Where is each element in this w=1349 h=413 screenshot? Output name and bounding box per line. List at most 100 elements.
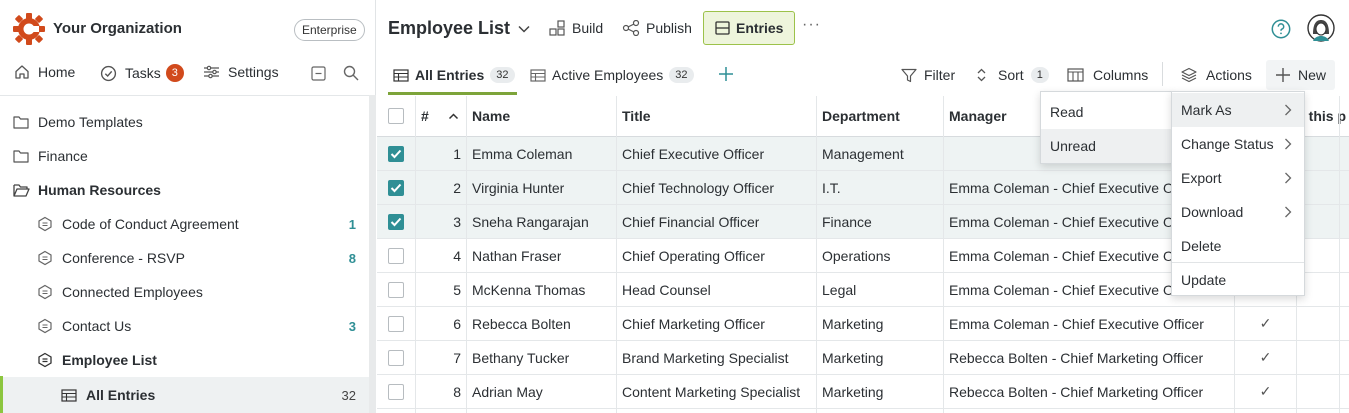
filter-icon bbox=[901, 68, 917, 82]
new-entry-button[interactable]: New bbox=[1266, 60, 1336, 90]
column-header-title[interactable]: Title bbox=[622, 96, 651, 136]
cell-title: Head Counsel bbox=[622, 281, 711, 298]
row-number: 2 bbox=[453, 179, 461, 196]
tree-item-label: Conference - RSVP bbox=[62, 250, 185, 266]
cell-title: Chief Marketing Officer bbox=[622, 315, 765, 332]
row-checkbox[interactable] bbox=[388, 375, 404, 408]
row-checkbox[interactable] bbox=[388, 205, 404, 238]
nav-tasks[interactable]: Tasks 3 bbox=[100, 64, 184, 82]
avatar[interactable] bbox=[1307, 14, 1335, 42]
chevron-right-icon bbox=[1285, 206, 1292, 218]
menu-item-export[interactable]: Export bbox=[1172, 161, 1304, 195]
cell-title: Content Marketing Specialist bbox=[622, 383, 801, 400]
form-icon bbox=[38, 216, 52, 232]
menu-item-read[interactable]: Read bbox=[1041, 95, 1173, 129]
cell-check: ✓ bbox=[1259, 383, 1272, 399]
table-row[interactable]: 8 Adrian May Content Marketing Specialist M… bbox=[377, 375, 1349, 409]
filter-button[interactable]: Filter bbox=[901, 67, 955, 83]
column-header-manager[interactable]: Manager bbox=[949, 96, 1007, 136]
row-checkbox[interactable] bbox=[388, 239, 404, 272]
actions-label: Actions bbox=[1206, 67, 1252, 83]
tree-item-finance[interactable]: Finance bbox=[0, 139, 369, 173]
tree-item-label: Code of Conduct Agreement bbox=[62, 216, 239, 232]
sort-button[interactable]: Sort 1 bbox=[976, 67, 1049, 83]
nav-settings[interactable]: Settings bbox=[203, 64, 279, 80]
cell-department: Management bbox=[822, 145, 904, 162]
row-checkbox[interactable] bbox=[388, 307, 404, 340]
menu-item-download[interactable]: Download bbox=[1172, 195, 1304, 229]
build-button[interactable]: Build bbox=[549, 20, 603, 36]
share-icon bbox=[622, 20, 640, 36]
tree-item-employee-list[interactable]: Employee List bbox=[0, 343, 369, 377]
entries-button[interactable]: Entries bbox=[703, 11, 796, 45]
column-header-department[interactable]: Department bbox=[822, 96, 900, 136]
table-icon bbox=[393, 68, 409, 82]
tab-all-entries[interactable]: All Entries 32 bbox=[393, 67, 515, 83]
publish-label: Publish bbox=[646, 20, 692, 36]
row-checkbox[interactable] bbox=[388, 137, 404, 170]
cell-manager: Rebecca Bolten - Chief Marketing Officer bbox=[949, 383, 1204, 400]
menu-item-label: Download bbox=[1181, 204, 1244, 220]
tree-item-demo-templates[interactable]: Demo Templates bbox=[0, 105, 369, 139]
collapse-icon[interactable] bbox=[311, 66, 326, 81]
menu-item-unread[interactable]: Unread bbox=[1041, 129, 1173, 163]
tree-item-code-of-conduct[interactable]: Code of Conduct Agreement 1 bbox=[0, 207, 369, 241]
column-divider bbox=[1339, 96, 1340, 413]
tree-item-label: All Entries bbox=[86, 387, 156, 403]
menu-item-label: Export bbox=[1181, 170, 1222, 186]
more-options-icon[interactable]: ··· bbox=[802, 16, 821, 34]
row-checkbox[interactable] bbox=[388, 273, 404, 306]
tree-item-label: Employee List bbox=[62, 352, 157, 368]
menu-item-mark-as[interactable]: Mark As bbox=[1172, 93, 1304, 127]
tree-item-contact-us[interactable]: Contact Us 3 bbox=[0, 309, 369, 343]
tree-item-all-entries[interactable]: All Entries 32 bbox=[0, 377, 369, 413]
table-icon bbox=[530, 68, 546, 82]
tree-item-human-resources[interactable]: Human Resources bbox=[0, 173, 369, 207]
columns-button[interactable]: Columns bbox=[1067, 67, 1148, 83]
publish-button[interactable]: Publish bbox=[622, 20, 692, 36]
cell-title: Brand Marketing Specialist bbox=[622, 349, 789, 366]
mark-as-submenu: Read Unread bbox=[1040, 91, 1174, 164]
tree-item-conference-rsvp[interactable]: Conference - RSVP 8 bbox=[0, 241, 369, 275]
row-checkbox[interactable] bbox=[388, 341, 404, 374]
folder-icon bbox=[13, 116, 29, 129]
column-header-num[interactable]: # bbox=[421, 96, 429, 136]
cell-department: I.T. bbox=[822, 179, 841, 196]
row-number: 8 bbox=[453, 383, 461, 400]
form-icon bbox=[38, 318, 52, 334]
table-row[interactable]: 6 Rebecca Bolten Chief Marketing Officer Ma… bbox=[377, 307, 1349, 341]
select-all-checkbox[interactable] bbox=[388, 96, 404, 136]
form-title-dropdown[interactable]: Employee List bbox=[388, 18, 530, 39]
tab-active-employees[interactable]: Active Employees 32 bbox=[530, 67, 694, 83]
column-divider bbox=[943, 96, 944, 413]
row-checkbox[interactable] bbox=[388, 171, 404, 204]
tree-item-connected-employees[interactable]: Connected Employees bbox=[0, 275, 369, 309]
menu-item-delete[interactable]: Delete bbox=[1172, 229, 1304, 263]
help-icon[interactable] bbox=[1271, 19, 1291, 39]
sort-asc-icon[interactable] bbox=[448, 96, 459, 136]
cell-department: Legal bbox=[822, 281, 857, 298]
tree-item-label: Human Resources bbox=[38, 182, 161, 198]
menu-item-change-status[interactable]: Change Status bbox=[1172, 127, 1304, 161]
add-view-icon[interactable] bbox=[718, 66, 734, 82]
actions-menu: Mark As Change Status Export Download De… bbox=[1171, 91, 1305, 296]
column-header-name[interactable]: Name bbox=[472, 96, 510, 136]
list-icon bbox=[715, 21, 730, 35]
tab-count: 32 bbox=[669, 67, 694, 83]
search-icon[interactable] bbox=[343, 65, 359, 81]
cell-department: Marketing bbox=[822, 349, 884, 366]
sidebar-scrollbar[interactable] bbox=[369, 95, 376, 413]
menu-item-update[interactable]: Update bbox=[1172, 263, 1304, 297]
sort-icon bbox=[977, 68, 986, 82]
cell-manager: Emma Coleman - Chief Executive Officer bbox=[949, 315, 1204, 332]
plus-icon bbox=[1276, 68, 1290, 82]
row-number: 7 bbox=[453, 349, 461, 366]
nav-home[interactable]: Home bbox=[14, 64, 75, 80]
table-row[interactable]: 7 Bethany Tucker Brand Marketing Specialis… bbox=[377, 341, 1349, 375]
column-divider bbox=[466, 96, 467, 413]
form-icon bbox=[38, 250, 52, 266]
row-number: 6 bbox=[453, 315, 461, 332]
actions-button[interactable]: Actions bbox=[1181, 67, 1252, 83]
sort-count: 1 bbox=[1030, 67, 1049, 83]
entries-label: Entries bbox=[736, 20, 784, 36]
